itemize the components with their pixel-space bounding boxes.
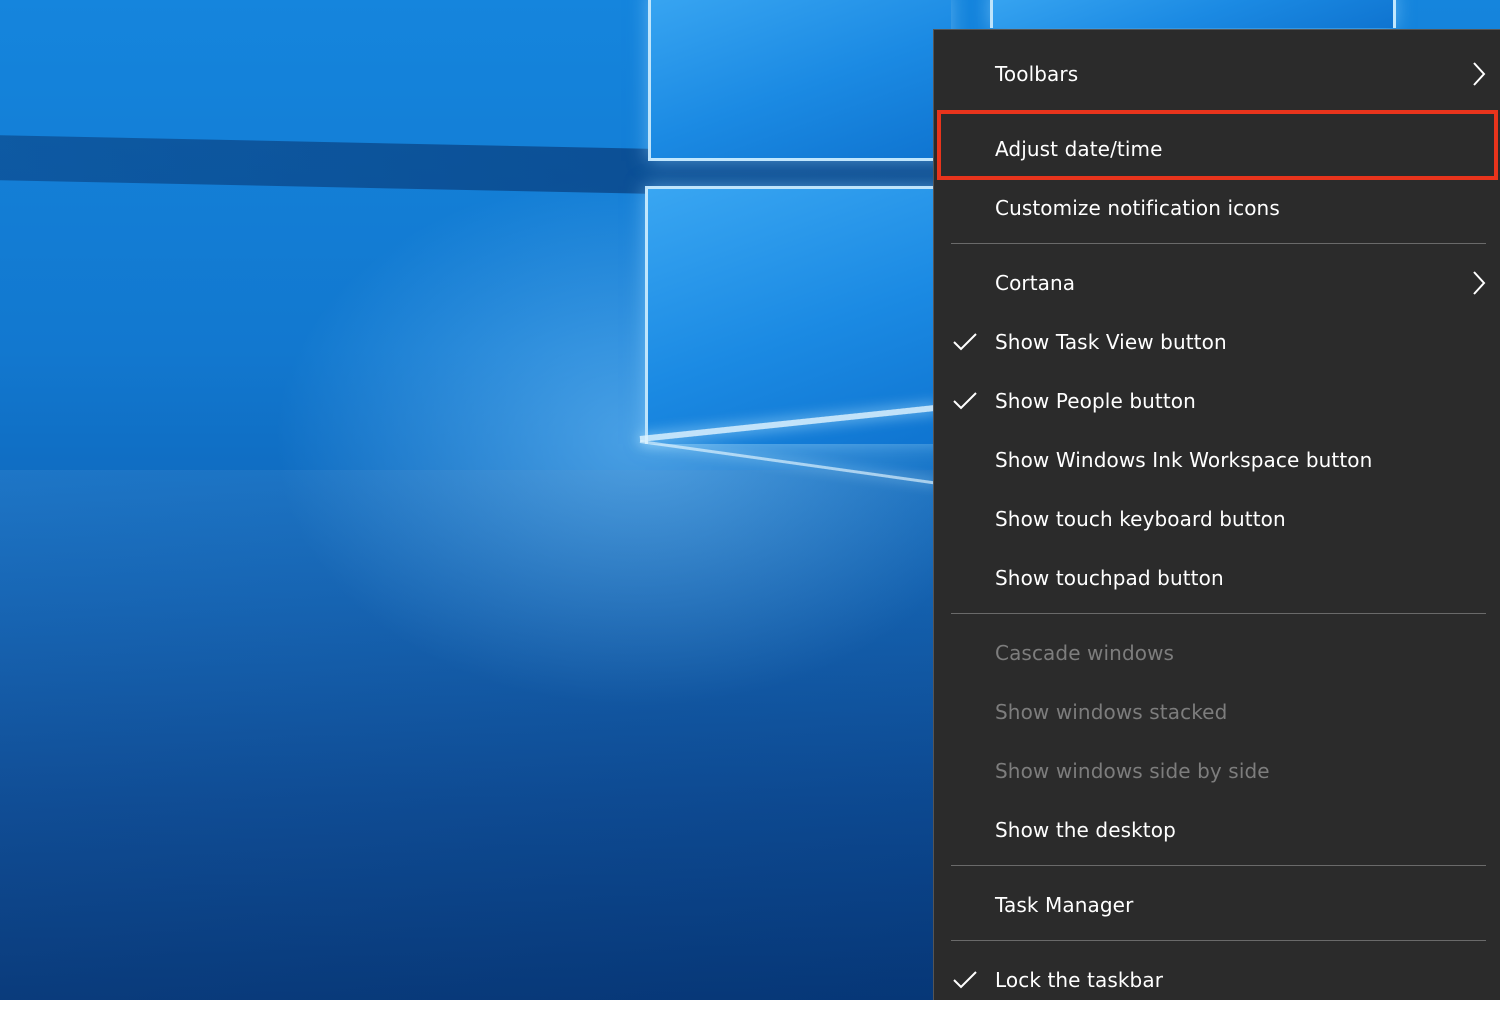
check-icon [953, 332, 977, 350]
menu-item-label: Show windows stacked [995, 699, 1228, 724]
menu-item-label: Show windows side by side [995, 758, 1270, 783]
menu-item-label: Show the desktop [995, 817, 1176, 842]
menu-item-cascade-windows: Cascade windows [934, 623, 1500, 682]
menu-item-lock-the-taskbar[interactable]: Lock the taskbar [934, 950, 1500, 1009]
check-icon [953, 391, 977, 409]
menu-item-label: Toolbars [995, 61, 1079, 86]
chevron-right-icon [1473, 270, 1486, 295]
menu-separator [951, 940, 1486, 941]
menu-item-cortana[interactable]: Cortana [934, 253, 1500, 312]
menu-item-label: Show Task View button [995, 329, 1227, 354]
check-icon [953, 970, 977, 988]
menu-item-label: Customize notification icons [995, 195, 1280, 220]
highlight-outline [937, 110, 1498, 180]
menu-item-show-people-button[interactable]: Show People button [934, 371, 1500, 430]
menu-item-show-task-view-button[interactable]: Show Task View button [934, 312, 1500, 371]
menu-item-show-touch-keyboard-button[interactable]: Show touch keyboard button [934, 489, 1500, 548]
menu-item-label: Show touchpad button [995, 565, 1224, 590]
menu-separator [951, 613, 1486, 614]
menu-item-show-the-desktop[interactable]: Show the desktop [934, 800, 1500, 859]
menu-item-show-windows-stacked: Show windows stacked [934, 682, 1500, 741]
menu-item-label: Show Windows Ink Workspace button [995, 447, 1373, 472]
menu-item-toolbars[interactable]: Toolbars [934, 44, 1500, 103]
wallpaper-floor-shade [0, 470, 935, 1000]
menu-item-task-manager[interactable]: Task Manager [934, 875, 1500, 934]
menu-item-show-touchpad-button[interactable]: Show touchpad button [934, 548, 1500, 607]
wallpaper-window-pane-bottom-left [645, 186, 948, 444]
menu-separator [951, 243, 1486, 244]
menu-item-label: Show touch keyboard button [995, 506, 1286, 531]
menu-item-show-windows-side-by-side: Show windows side by side [934, 741, 1500, 800]
menu-item-label: Cascade windows [995, 640, 1175, 665]
wallpaper-window-pane-top-right [990, 0, 1396, 28]
chevron-right-icon [1473, 61, 1486, 86]
menu-item-label: Show People button [995, 388, 1196, 413]
menu-item-customize-notification-icons[interactable]: Customize notification icons [934, 178, 1500, 237]
menu-separator [951, 865, 1486, 866]
menu-item-label: Task Manager [995, 892, 1134, 917]
menu-item-show-windows-ink-workspace-button[interactable]: Show Windows Ink Workspace button [934, 430, 1500, 489]
wallpaper-window-pane-top-left [648, 0, 951, 161]
menu-item-label: Lock the taskbar [995, 967, 1164, 992]
menu-item-label: Cortana [995, 270, 1076, 295]
